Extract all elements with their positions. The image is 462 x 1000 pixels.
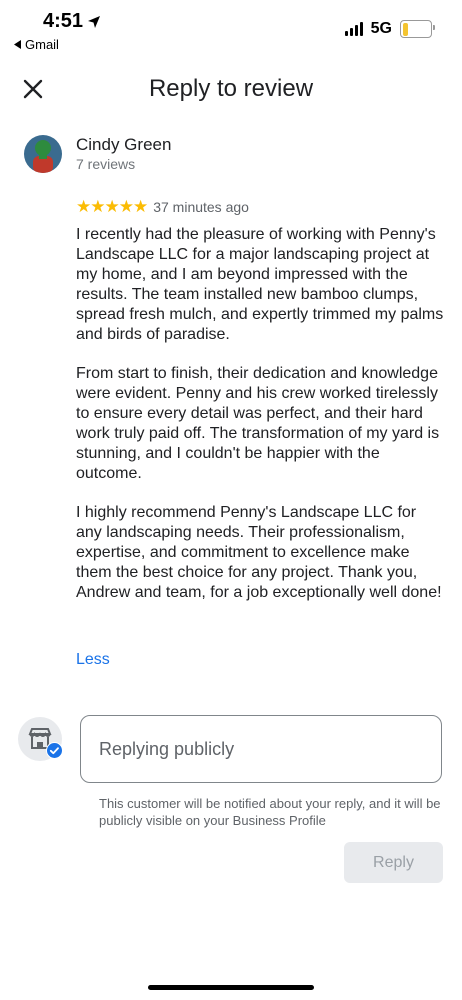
page-title: Reply to review xyxy=(148,75,314,102)
status-time: 4:51 xyxy=(43,10,101,33)
review-paragraph: I recently had the pleasure of working w… xyxy=(76,226,444,343)
review-time: 37 minutes ago xyxy=(153,199,249,215)
avatar xyxy=(24,135,62,173)
battery-icon xyxy=(400,20,435,38)
reply-button[interactable]: Reply xyxy=(344,842,443,883)
review-count: 7 reviews xyxy=(76,156,136,172)
network-type: 5G xyxy=(370,20,392,37)
back-app-label: Gmail xyxy=(25,37,59,52)
back-to-app-link[interactable]: Gmail xyxy=(14,37,59,52)
clock: 4:51 xyxy=(43,10,84,32)
verified-badge-icon xyxy=(46,742,63,759)
back-arrow-icon xyxy=(14,40,21,49)
review-body: I recently had the pleasure of working w… xyxy=(76,225,446,622)
star-rating: ★★★★★ xyxy=(76,197,148,216)
reply-input[interactable] xyxy=(80,715,442,783)
location-arrow-icon xyxy=(88,15,101,28)
review-paragraph: From start to finish, their dedication a… xyxy=(76,365,440,482)
rating-row: ★★★★★ 37 minutes ago xyxy=(76,197,249,217)
reviewer-name: Cindy Green xyxy=(76,135,172,154)
reply-notice: This customer will be notified about you… xyxy=(99,796,441,828)
review-paragraph: I highly recommend Penny's Landscape LLC… xyxy=(76,504,442,601)
home-indicator[interactable] xyxy=(148,985,314,990)
signal-icon xyxy=(344,22,363,36)
status-indicators: 5G xyxy=(344,20,435,38)
less-link[interactable]: Less xyxy=(76,651,110,669)
